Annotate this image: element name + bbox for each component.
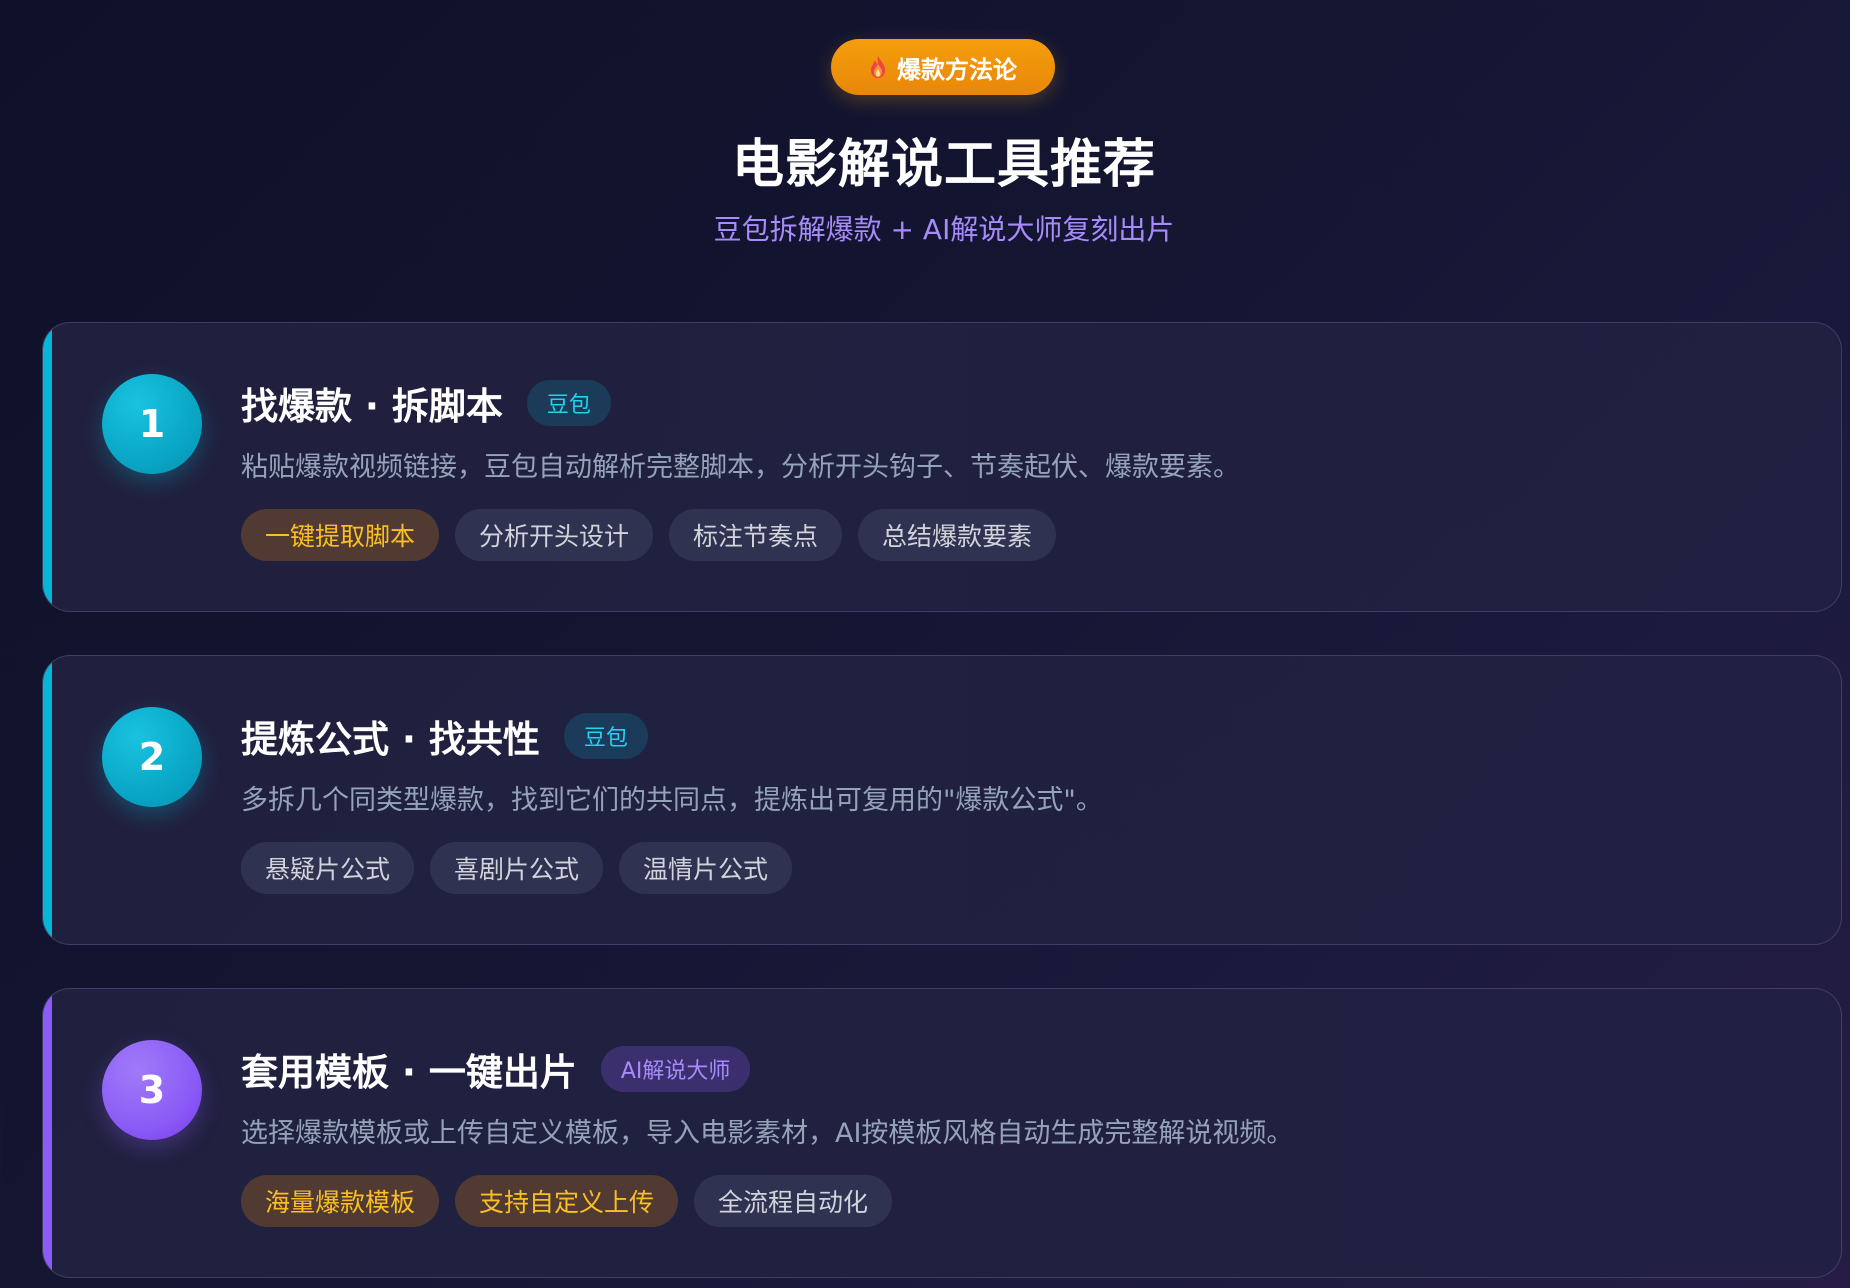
badge-label: 爆款方法论 bbox=[897, 55, 1017, 84]
step-card-1: 1 找爆款 · 拆脚本 豆包 粘贴爆款视频链接，豆包自动解析完整脚本，分析开头钩… bbox=[42, 322, 1842, 612]
feature-chip: 悬疑片公式 bbox=[241, 842, 415, 894]
step-title: 找爆款 · 拆脚本 bbox=[241, 385, 503, 428]
step-number-badge: 3 bbox=[102, 1040, 202, 1140]
tool-tag: AI解说大师 bbox=[600, 1046, 751, 1092]
feature-chips: 海量爆款模板 支持自定义上传 全流程自动化 bbox=[241, 1175, 893, 1227]
feature-chips: 悬疑片公式 喜剧片公式 温情片公式 bbox=[241, 842, 793, 894]
card-accent-bar bbox=[43, 323, 52, 611]
step-card-3: 3 套用模板 · 一键出片 AI解说大师 选择爆款模板或上传自定义模板，导入电影… bbox=[42, 988, 1842, 1278]
step-description: 粘贴爆款视频链接，豆包自动解析完整脚本，分析开头钩子、节奏起伏、爆款要素。 bbox=[241, 452, 1240, 483]
step-title: 提炼公式 · 找共性 bbox=[241, 718, 540, 761]
step-number-badge: 1 bbox=[102, 374, 202, 474]
feature-chip: 标注节奏点 bbox=[669, 509, 843, 561]
feature-chips: 一键提取脚本 分析开头设计 标注节奏点 总结爆款要素 bbox=[241, 509, 1057, 561]
step-card-2: 2 提炼公式 · 找共性 豆包 多拆几个同类型爆款，找到它们的共同点，提炼出可复… bbox=[42, 655, 1842, 945]
feature-chip: 总结爆款要素 bbox=[858, 509, 1057, 561]
tool-tag: 豆包 bbox=[526, 380, 611, 426]
methodology-badge: 爆款方法论 bbox=[831, 39, 1055, 95]
step-title: 套用模板 · 一键出片 bbox=[241, 1051, 577, 1094]
feature-chip: 全流程自动化 bbox=[694, 1175, 893, 1227]
step-description: 多拆几个同类型爆款，找到它们的共同点，提炼出可复用的"爆款公式"。 bbox=[241, 785, 1103, 816]
card-accent-bar bbox=[43, 656, 52, 944]
page-title: 电影解说工具推荐 bbox=[731, 135, 1156, 195]
step-number-badge: 2 bbox=[102, 707, 202, 807]
feature-chip: 一键提取脚本 bbox=[241, 509, 440, 561]
step-description: 选择爆款模板或上传自定义模板，导入电影素材，AI按模板风格自动生成完整解说视频。 bbox=[241, 1118, 1294, 1149]
feature-chip: 温情片公式 bbox=[619, 842, 793, 894]
page-subtitle: 豆包拆解爆款 + AI解说大师复刻出片 bbox=[713, 213, 1175, 246]
feature-chip: 喜剧片公式 bbox=[430, 842, 604, 894]
flame-icon bbox=[871, 56, 885, 78]
card-accent-bar bbox=[43, 989, 52, 1277]
feature-chip: 海量爆款模板 bbox=[241, 1175, 440, 1227]
tool-tag: 豆包 bbox=[563, 713, 648, 759]
feature-chip: 支持自定义上传 bbox=[455, 1175, 679, 1227]
feature-chip: 分析开头设计 bbox=[455, 509, 654, 561]
